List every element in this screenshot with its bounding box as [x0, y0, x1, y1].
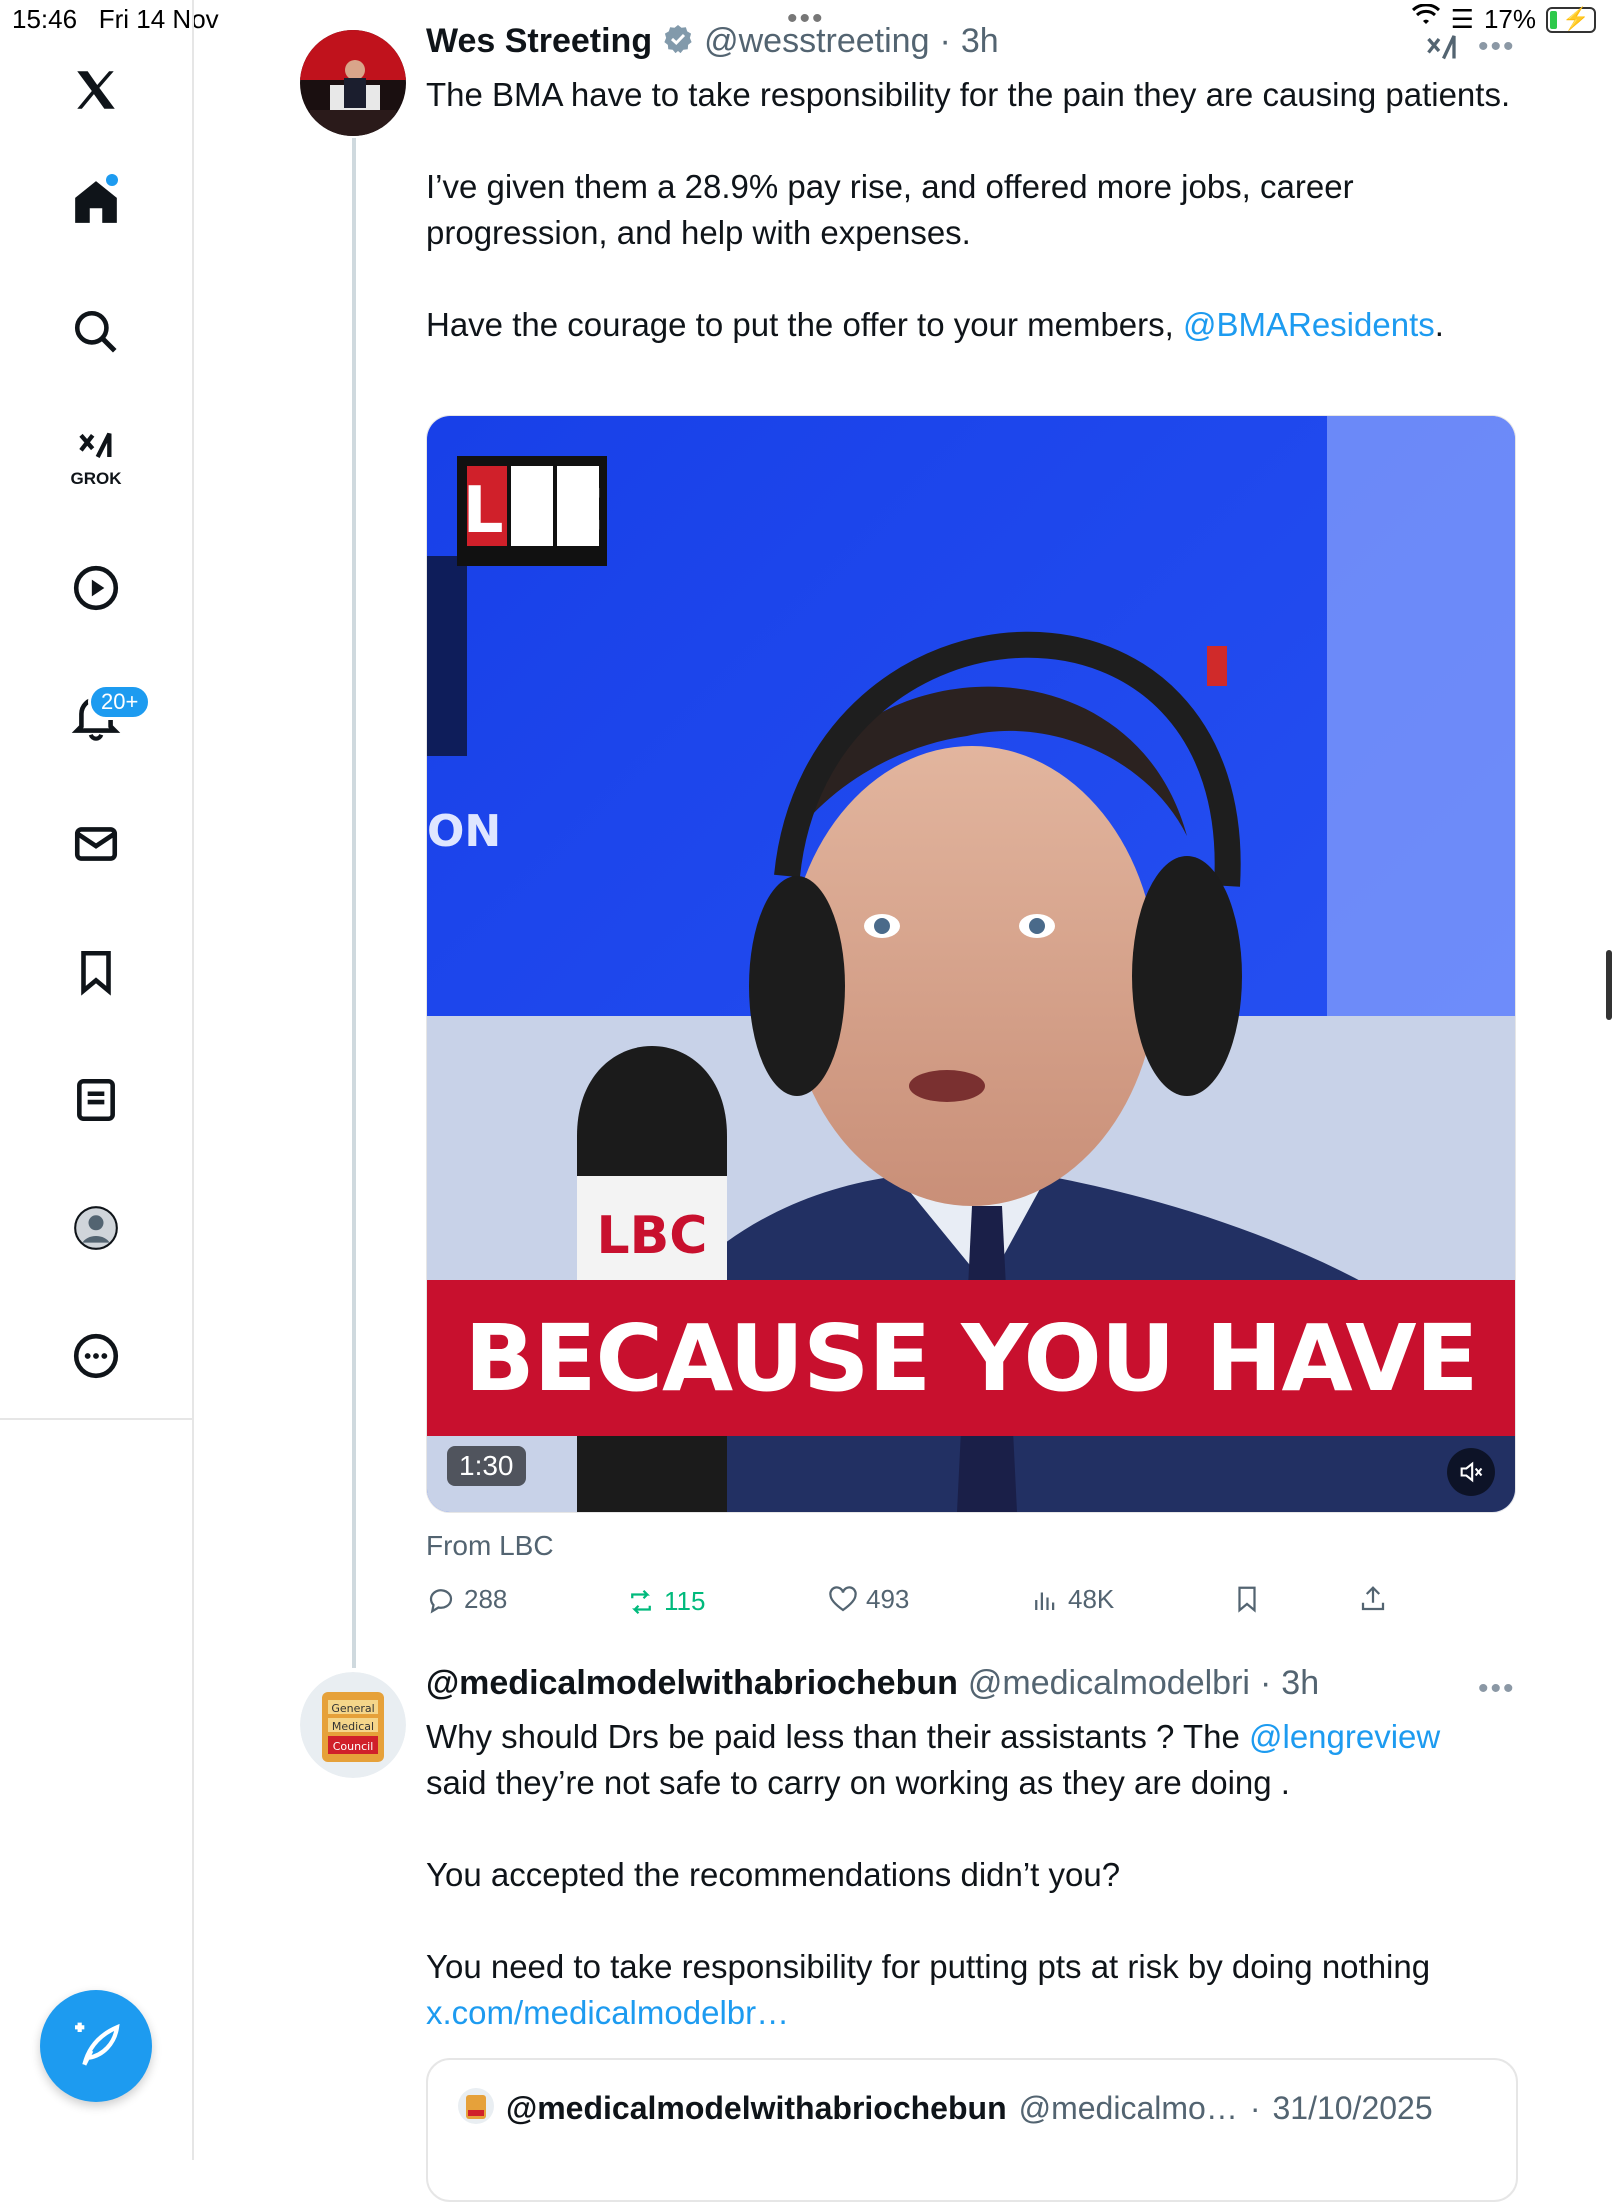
- reply-count: 288: [464, 1584, 508, 1614]
- views-icon: [1035, 1592, 1055, 1610]
- tweet-body-end: .: [1434, 306, 1444, 343]
- heart-icon: [829, 1585, 857, 1611]
- reply-mention-link[interactable]: @lengreview: [1249, 1718, 1440, 1755]
- battery-icon: ⚡: [1546, 6, 1596, 33]
- views-button[interactable]: 48K: [1030, 1584, 1114, 1615]
- views-count: 48K: [1068, 1584, 1115, 1614]
- quote-author-name: @medicalmodelwithabriochebun: [506, 2090, 1007, 2126]
- share-button[interactable]: [1358, 1584, 1388, 1614]
- mic-lbc-logo: LBC: [596, 1206, 708, 1266]
- scrollbar-thumb[interactable]: [1606, 950, 1612, 1020]
- lbc-logo: LBC: [462, 474, 606, 548]
- lists-icon[interactable]: [58, 1062, 134, 1138]
- video-source[interactable]: From LBC: [426, 1530, 554, 1562]
- compose-feather-icon: [75, 2022, 120, 2066]
- messages-icon[interactable]: [58, 806, 134, 882]
- thread-connector: [352, 138, 356, 1668]
- like-count: 493: [866, 1584, 910, 1614]
- reply-author-handle[interactable]: @medicalmodelbri: [968, 1664, 1250, 1703]
- reply-url-link[interactable]: x.com/medicalmodelbr…: [426, 1994, 789, 2031]
- grok-label: GROK: [70, 469, 122, 488]
- quoted-tweet[interactable]: @medicalmodelwithabriochebun @medicalmo……: [426, 2058, 1518, 2202]
- profile-icon[interactable]: [58, 1190, 134, 1266]
- repost-count: 115: [664, 1586, 706, 1616]
- verified-badge-icon: [662, 23, 694, 60]
- home-icon[interactable]: [58, 164, 134, 240]
- author-avatar[interactable]: [300, 30, 406, 136]
- video-caption: BECAUSE YOU HAVE: [427, 1280, 1515, 1436]
- reply-button[interactable]: 288: [426, 1584, 507, 1615]
- tweet-body: The BMA have to take responsibility for …: [426, 76, 1511, 343]
- more-icon[interactable]: [58, 1318, 134, 1394]
- reply-more-button[interactable]: •••: [1478, 1672, 1516, 1706]
- video-duration: 1:30: [447, 1446, 526, 1486]
- repost-button[interactable]: 115: [626, 1586, 705, 1617]
- svg-text:Medical: Medical: [332, 1720, 374, 1733]
- mute-icon[interactable]: [1447, 1448, 1495, 1496]
- author-name[interactable]: Wes Streeting: [426, 22, 652, 61]
- reply-author-name[interactable]: @medicalmodelwithabriochebun: [426, 1664, 958, 1703]
- reply-text: Why should Drs be paid less than their a…: [426, 1714, 1526, 2036]
- quote-header: @medicalmodelwithabriochebun @medicalmo……: [458, 2088, 1433, 2129]
- tweet-header: Wes Streeting @wesstreeting · 3h: [426, 22, 999, 61]
- dot-separator: ·: [939, 22, 951, 60]
- bookmark-button[interactable]: [1232, 1584, 1262, 1614]
- tweet-video[interactable]: ON LBC LBC BECAUSE YOU HAVE 1:30: [426, 415, 1516, 1513]
- grok-explain-icon[interactable]: [1424, 30, 1460, 71]
- sidebar: GROK 20+: [0, 0, 194, 2160]
- author-handle[interactable]: @wesstreeting: [704, 22, 929, 61]
- grok-icon[interactable]: GROK: [58, 420, 134, 496]
- svg-text:General: General: [331, 1702, 374, 1715]
- tweet-text: The BMA have to take responsibility for …: [426, 72, 1526, 348]
- quote-avatar: [458, 2088, 494, 2129]
- quote-date: 31/10/2025: [1272, 2090, 1433, 2126]
- reply-icon: [429, 1588, 453, 1614]
- quote-author-handle: @medicalmo…: [1018, 2090, 1238, 2126]
- reply-header: @medicalmodelwithabriochebun @medicalmod…: [426, 1664, 1319, 1703]
- bookmark-icon: [1238, 1586, 1256, 1613]
- svg-text:Council: Council: [333, 1740, 374, 1753]
- reply-body-part2: said they’re not safe to carry on workin…: [426, 1764, 1431, 1985]
- dot-separator: ·: [1249, 2090, 1261, 2126]
- search-icon[interactable]: [58, 294, 134, 370]
- repost-icon: [631, 1589, 651, 1614]
- reply-body-part1: Why should Drs be paid less than their a…: [426, 1718, 1249, 1755]
- bookmarks-icon[interactable]: [58, 934, 134, 1010]
- share-icon: [1361, 1586, 1385, 1611]
- tweet-more-button[interactable]: •••: [1478, 30, 1516, 64]
- compose-button[interactable]: [40, 1990, 152, 2102]
- x-logo-icon[interactable]: [58, 52, 134, 128]
- like-button[interactable]: 493: [828, 1584, 909, 1615]
- mention-link[interactable]: @BMAResidents: [1183, 306, 1435, 343]
- reply-time[interactable]: 3h: [1281, 1664, 1319, 1703]
- dot-separator: ·: [1259, 1664, 1272, 1702]
- home-unread-dot: [106, 174, 118, 186]
- video-icon[interactable]: [58, 550, 134, 626]
- svg-text:ON: ON: [427, 806, 501, 857]
- reply-author-avatar[interactable]: General Medical Council: [300, 1672, 406, 1778]
- tweet-time[interactable]: 3h: [961, 22, 999, 61]
- sidebar-divider: [0, 1418, 192, 1420]
- notifications-badge: 20+: [88, 684, 152, 720]
